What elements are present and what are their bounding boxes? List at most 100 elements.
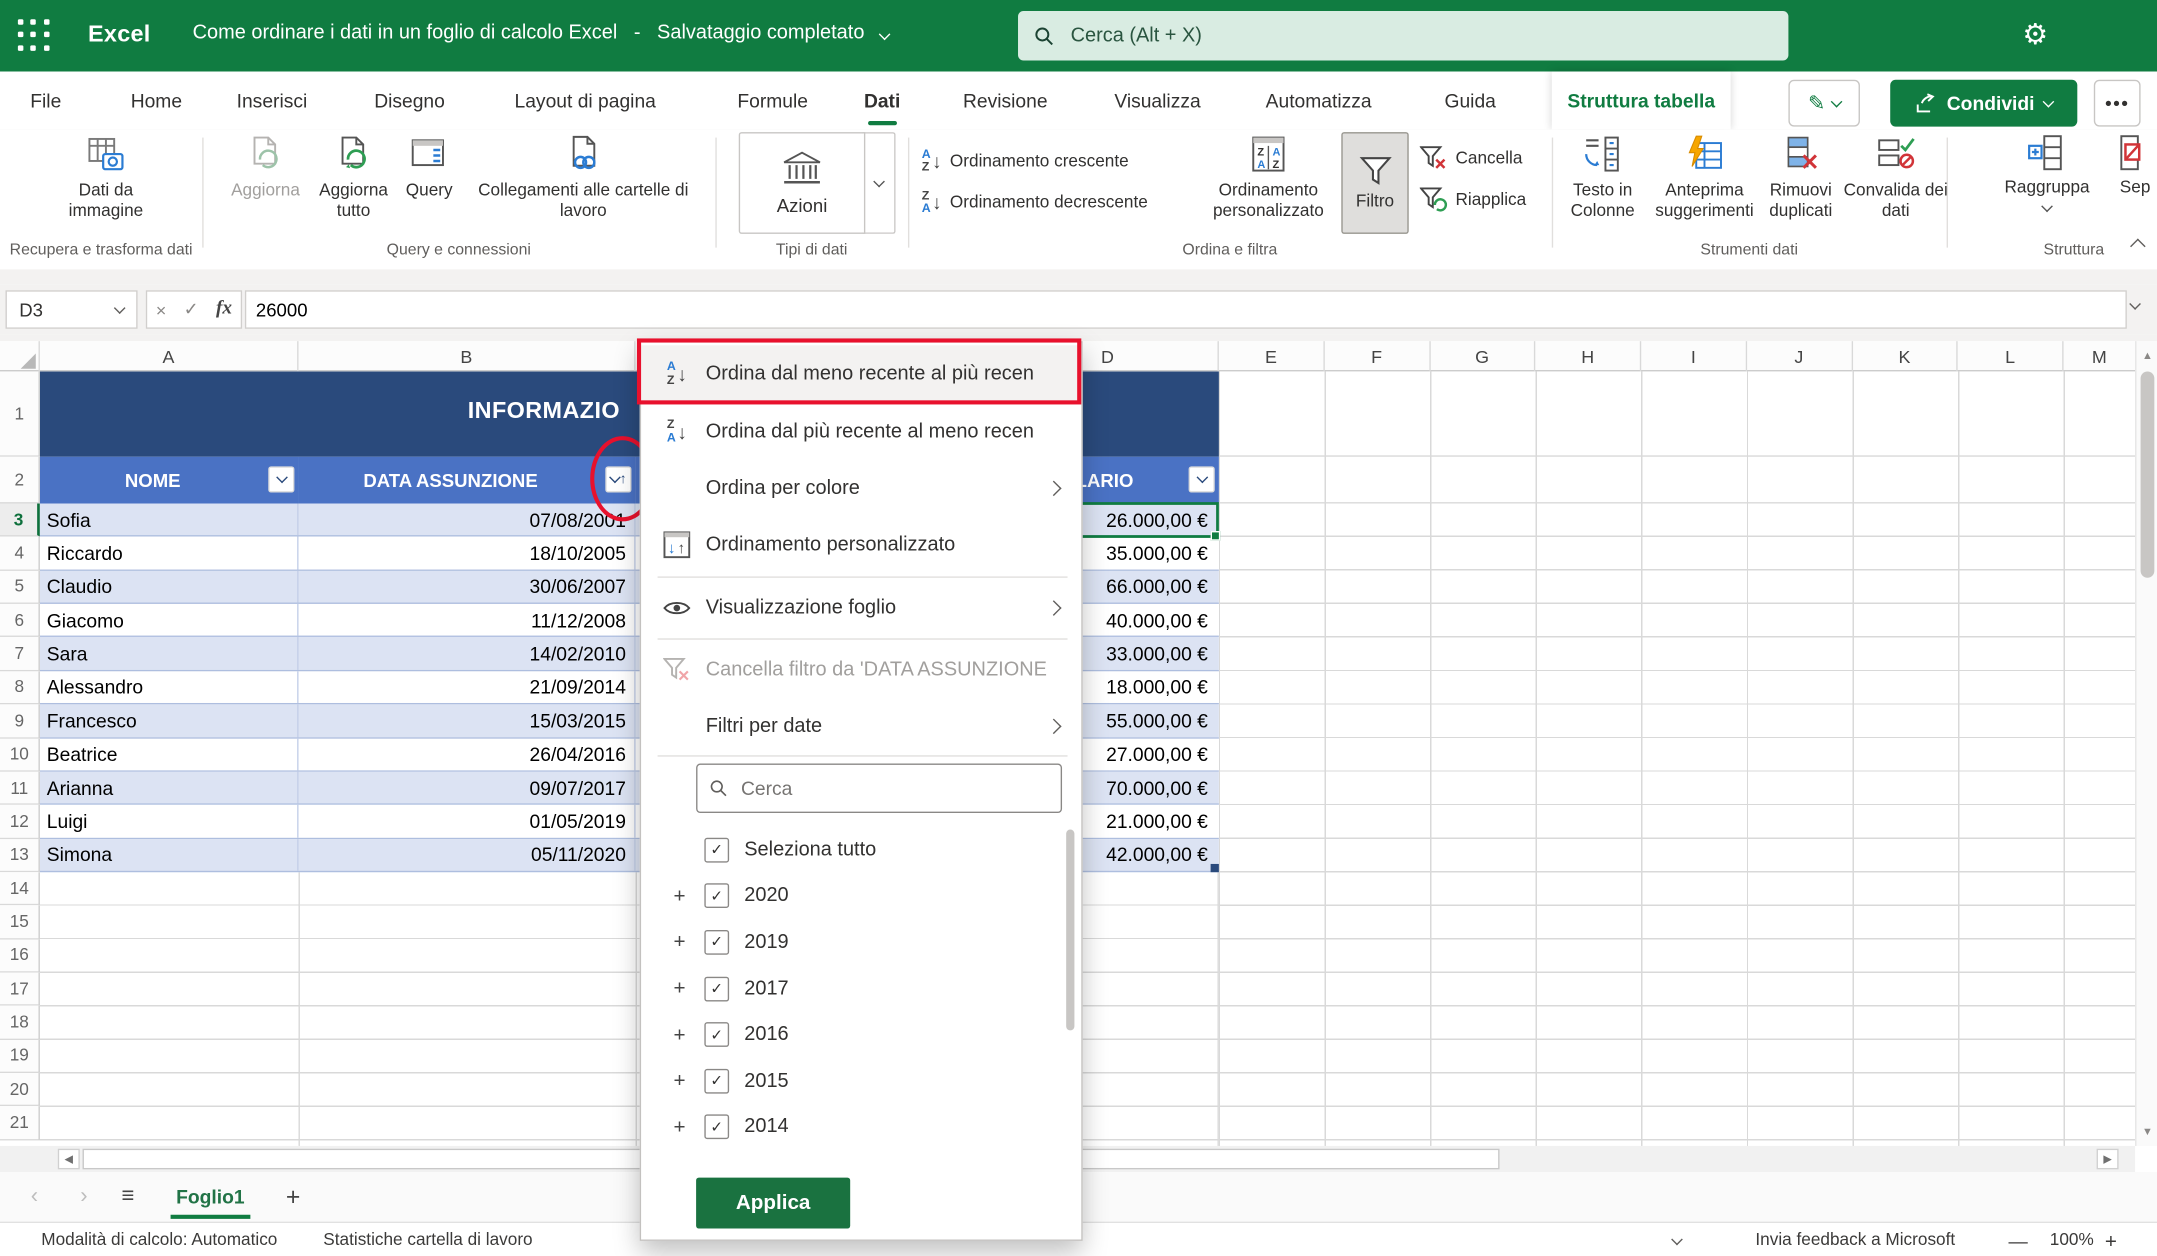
tab-disegno[interactable]: Disegno: [374, 72, 445, 130]
next-sheet-icon[interactable]: ›: [69, 1184, 99, 1209]
cell-date[interactable]: 01/05/2019: [299, 805, 636, 837]
row-header[interactable]: 8: [0, 671, 40, 705]
checkbox-checked-icon[interactable]: ✓: [704, 838, 729, 863]
calc-mode-status[interactable]: Modalità di calcolo: Automatico: [41, 1230, 277, 1249]
select-all-corner[interactable]: [0, 341, 40, 371]
row-header[interactable]: 20: [0, 1073, 40, 1107]
filter-dropdown-button[interactable]: [1189, 466, 1215, 492]
row-header[interactable]: 18: [0, 1006, 40, 1040]
cell-date[interactable]: 14/02/2010: [299, 638, 636, 670]
scroll-right-icon[interactable]: ▶: [2097, 1149, 2119, 1170]
year-row[interactable]: + ✓ 2020: [641, 873, 1083, 919]
expand-formula-bar-icon[interactable]: [2129, 298, 2141, 310]
expand-plus-icon[interactable]: +: [671, 1069, 688, 1092]
table-resize-handle[interactable]: [1211, 864, 1219, 872]
tab-inserisci[interactable]: Inserisci: [237, 72, 308, 130]
vertical-scroll-thumb[interactable]: [2141, 371, 2155, 577]
cell-name[interactable]: Francesco: [40, 705, 299, 737]
row-header[interactable]: 19: [0, 1040, 40, 1074]
sheet-tab-foglio1[interactable]: Foglio1: [165, 1178, 255, 1217]
raggruppa-button[interactable]: Raggruppa: [1992, 135, 2102, 211]
scroll-down-icon[interactable]: ▼: [2136, 1120, 2157, 1142]
column-header[interactable]: M: [2064, 341, 2136, 371]
cell-date[interactable]: 15/03/2015: [299, 705, 636, 737]
tab-guida[interactable]: Guida: [1444, 72, 1495, 130]
zoom-level[interactable]: 100%: [2050, 1230, 2094, 1249]
year-row[interactable]: + ✓ 2015: [641, 1058, 1083, 1104]
cancel-icon[interactable]: ×: [156, 299, 166, 320]
cell-date[interactable]: 21/09/2014: [299, 671, 636, 703]
column-header[interactable]: F: [1324, 341, 1430, 371]
row-header[interactable]: 1: [0, 371, 40, 456]
cell-name[interactable]: Riccardo: [40, 537, 299, 569]
row-header[interactable]: 12: [0, 805, 40, 839]
enter-icon[interactable]: ✓: [184, 299, 199, 321]
dati-da-immagine-button[interactable]: Dati da immagine: [37, 135, 175, 222]
cancella-filtro-button[interactable]: Cancella: [1420, 146, 1523, 171]
cell-name[interactable]: Beatrice: [40, 738, 299, 770]
prev-sheet-icon[interactable]: ‹: [19, 1184, 49, 1209]
riapplica-filtro-button[interactable]: Riapplica: [1420, 187, 1527, 212]
editing-mode-button[interactable]: ✎: [1788, 80, 1860, 127]
cell-name[interactable]: Sara: [40, 638, 299, 670]
menu-sort-oldest[interactable]: AZ↓ Ordina dal meno recente al più recen: [641, 345, 1081, 401]
search-input[interactable]: [1068, 23, 1772, 48]
row-header[interactable]: 7: [0, 638, 40, 672]
cell-date[interactable]: 18/10/2005: [299, 537, 636, 569]
cell-name[interactable]: Arianna: [40, 772, 299, 804]
tab-layout-di-pagina[interactable]: Layout di pagina: [515, 72, 656, 130]
vertical-scrollbar[interactable]: ▲ ▼: [2135, 341, 2157, 1146]
row-header[interactable]: 3: [0, 504, 40, 538]
filter-list-scroll-thumb[interactable]: [1066, 830, 1074, 1031]
add-sheet-icon[interactable]: +: [286, 1182, 300, 1211]
row-header[interactable]: 5: [0, 571, 40, 605]
filter-search-input[interactable]: [738, 776, 1048, 801]
column-header[interactable]: B: [299, 341, 636, 371]
filter-sort-dropdown-button[interactable]: ↑: [605, 466, 631, 492]
tab-home[interactable]: Home: [131, 72, 182, 130]
rimuovi-duplicati-button[interactable]: Rimuovi duplicati: [1761, 135, 1841, 222]
settings-gear-icon[interactable]: ⚙: [2022, 18, 2048, 52]
collegamenti-cartelle-button[interactable]: Collegamenti alle cartelle di lavoro: [465, 135, 702, 222]
name-box[interactable]: D3: [6, 290, 138, 329]
tab-automatizza[interactable]: Automatizza: [1266, 72, 1372, 130]
tab-formule[interactable]: Formule: [737, 72, 808, 130]
year-row[interactable]: + ✓ 2019: [641, 919, 1083, 965]
row-header[interactable]: 14: [0, 872, 40, 906]
column-header[interactable]: J: [1747, 341, 1853, 371]
ordinamento-crescente-button[interactable]: AZ↓ Ordinamento crescente: [922, 149, 1129, 175]
cell-name[interactable]: Alessandro: [40, 671, 299, 703]
year-row[interactable]: + ✓ 2014: [641, 1104, 1083, 1150]
convalida-dati-button[interactable]: Convalida dei dati: [1843, 135, 1948, 222]
row-header[interactable]: 11: [0, 772, 40, 806]
feedback-link[interactable]: Invia feedback a Microsoft: [1755, 1230, 1955, 1249]
cell-date[interactable]: 30/06/2007: [299, 571, 636, 603]
expand-plus-icon[interactable]: +: [671, 1023, 688, 1046]
year-row[interactable]: + ✓ 2017: [641, 965, 1083, 1011]
row-header[interactable]: 15: [0, 906, 40, 940]
anteprima-suggerimenti-button[interactable]: Anteprima suggerimenti: [1648, 135, 1761, 222]
row-header[interactable]: 17: [0, 973, 40, 1007]
cell-name[interactable]: Claudio: [40, 571, 299, 603]
app-launcher-icon[interactable]: [18, 19, 51, 52]
cell-date[interactable]: 09/07/2017: [299, 772, 636, 804]
cell-date[interactable]: 07/08/2001: [299, 504, 636, 536]
column-header[interactable]: G: [1430, 341, 1536, 371]
workbook-stats-status[interactable]: Statistiche cartella di lavoro: [323, 1230, 532, 1249]
document-title[interactable]: Come ordinare i dati in un foglio di cal…: [193, 22, 890, 44]
tab-file[interactable]: File: [30, 72, 61, 130]
testo-in-colonne-button[interactable]: Testo in Colonne: [1557, 135, 1648, 222]
tab-revisione[interactable]: Revisione: [963, 72, 1048, 130]
checkbox-checked-icon[interactable]: ✓: [704, 1022, 729, 1047]
column-header[interactable]: I: [1641, 341, 1747, 371]
sheet-canvas[interactable]: INFORMAZIO NOME DATA ASSUNZIONE ↑ SALARI…: [40, 371, 2135, 1146]
filter-dropdown-button[interactable]: [268, 466, 294, 492]
ordinamento-decrescente-button[interactable]: ZA↓ Ordinamento decrescente: [922, 190, 1148, 216]
more-commands-button[interactable]: •••: [2094, 80, 2141, 127]
column-header[interactable]: A: [40, 341, 299, 371]
menu-custom-sort[interactable]: ↓↑ Ordinamento personalizzato: [641, 516, 1081, 572]
expand-plus-icon[interactable]: +: [671, 884, 688, 907]
expand-plus-icon[interactable]: +: [671, 977, 688, 1000]
row-header[interactable]: 21: [0, 1107, 40, 1141]
menu-sort-newest[interactable]: ZA↓ Ordina dal più recente al meno recen: [641, 403, 1081, 459]
